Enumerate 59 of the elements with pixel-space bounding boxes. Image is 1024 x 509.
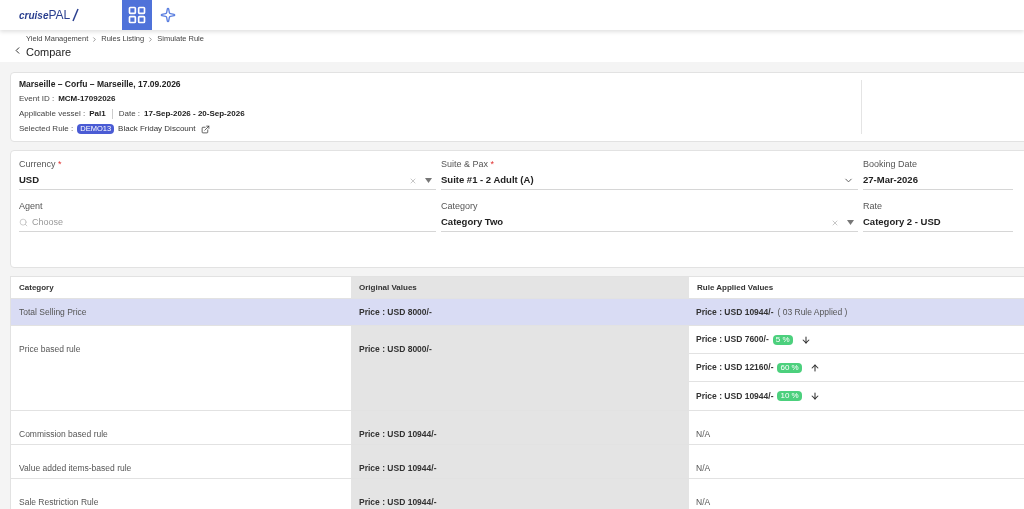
favorites-tab[interactable] [153,0,183,30]
page-title: Compare [26,44,73,59]
table-cell: Price : USD 8000/- [359,305,432,319]
logo: cruisePAL [18,5,82,25]
select-field[interactable]: Category Two [441,214,858,232]
table-cell: N/A [696,463,711,473]
date-range: 17-Sep-2026 - 20-Sep-2026 [144,108,245,120]
applied-price: Price : USD 10944/- [696,389,774,403]
table-cell: Commission based rule [19,429,108,439]
applied-price: Price : USD 10944/- [696,305,774,319]
rules-applied-note: ( 03 Rule Applied ) [777,305,848,319]
table-cell: Price : USD 10944/- [359,429,437,439]
chevron-right-icon [147,35,155,43]
vessel-name: Pal1 [89,108,106,120]
apps-tab[interactable] [122,0,152,30]
select-field[interactable]: 27-Mar-2026 [863,172,1013,190]
event-id: MCM-17092026 [58,93,116,105]
field-label: Category [441,200,479,213]
percent-badge: 60 % [777,362,802,373]
select-field[interactable]: Suite #1 - 2 Adult (A) [441,172,858,190]
applied-price: Price : USD 12160/- [696,361,774,374]
search-icon [19,218,28,227]
grid-icon [127,5,147,25]
field-label: Event ID : [19,93,55,105]
field-label: Date : [118,108,141,120]
field-label: Rate [863,200,883,213]
field-label: Applicable vessel : [19,108,86,120]
table-cell: N/A [696,497,711,507]
arrow-down-icon [800,334,811,345]
chevron-right-icon [91,35,99,43]
column-header: Original Values [351,277,689,298]
field-label: Selected Rule : [19,123,74,135]
applied-price: Price : USD 7600/- [696,333,769,346]
percent-badge: 5 % [772,334,793,345]
external-link-icon[interactable] [201,124,211,134]
field-label: Agent [19,200,44,213]
table-cell: Price based rule [19,344,81,354]
table-cell: Price : USD 10944/- [359,497,437,507]
column-header: Category [18,281,55,294]
caret-icon [425,178,432,183]
arrow-up-icon [809,362,820,373]
caret-icon [847,220,854,225]
table-cell: N/A [696,429,711,439]
table-cell: Total Selling Price [19,305,87,319]
event-title: Marseille – Corfu – Marseille, 17.09.2026 [19,78,182,90]
rule-name: Black Friday Discount [118,123,196,135]
field-label: Suite & Pax * [441,158,496,171]
field-label: Booking Date [863,158,919,171]
column-header: Rule Applied Values [696,281,775,294]
percent-badge: 10 % [777,391,802,401]
select-field[interactable]: Category 2 - USD [863,214,1013,232]
table-cell: Sale Restriction Rule [19,497,99,507]
arrow-down-icon [809,391,820,401]
table-cell: Value added items-based rule [19,463,132,473]
field-label: Currency * [19,158,63,171]
star-icon [160,7,176,23]
table-cell: Price : USD 8000/- [359,344,432,354]
select-field[interactable]: USD [19,172,436,190]
table-cell: Price : USD 10944/- [359,463,437,473]
